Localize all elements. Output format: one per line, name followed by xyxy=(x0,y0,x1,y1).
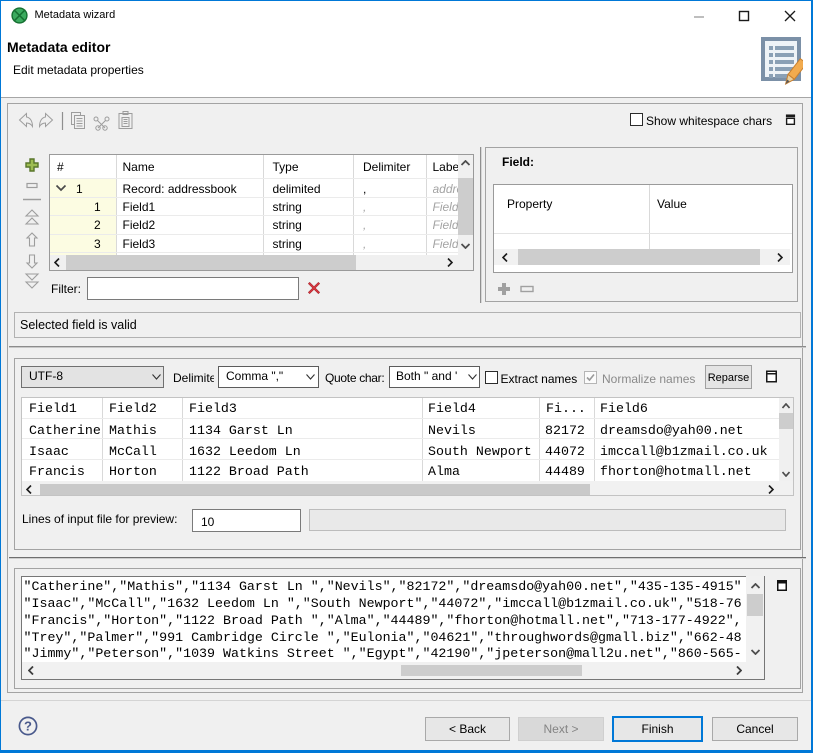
svg-text:?: ? xyxy=(24,719,32,734)
